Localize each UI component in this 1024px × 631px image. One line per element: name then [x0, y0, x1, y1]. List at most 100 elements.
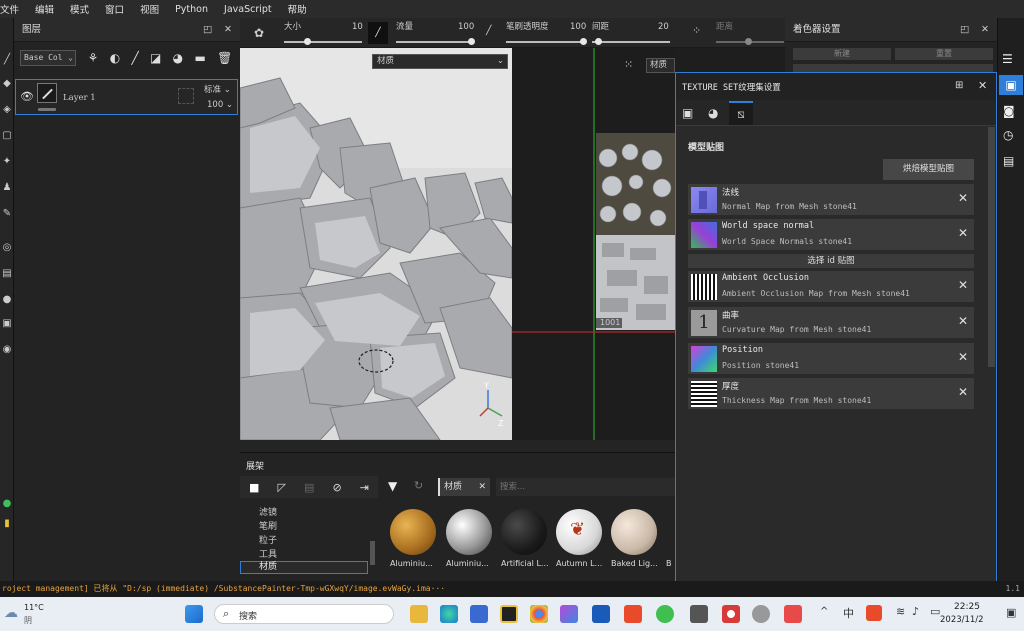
layer-opacity[interactable]: 100 ⌄ — [207, 100, 233, 110]
outlook-icon[interactable] — [592, 605, 610, 623]
substance-painter-icon[interactable] — [722, 605, 740, 623]
shelf-search-input[interactable] — [496, 478, 675, 496]
filter-tag[interactable]: 材质 ✕ — [438, 478, 490, 496]
log-dock-icon[interactable]: ▤ — [1003, 154, 1014, 168]
material-thumb-aluminium-2[interactable] — [446, 509, 492, 555]
delete-layer-icon[interactable]: 🗑 — [217, 51, 232, 65]
menu-file[interactable]: 文件 — [0, 2, 27, 16]
app-icon-13[interactable] — [752, 605, 770, 623]
size-slider-knob[interactable] — [304, 38, 311, 45]
jitter-icon[interactable]: ⁘ — [692, 24, 701, 37]
app-icon-7[interactable] — [560, 605, 578, 623]
app-icon-14[interactable] — [784, 605, 802, 623]
remove-map-icon[interactable]: ✕ — [958, 350, 968, 364]
add-smart-material-icon[interactable]: ◕ — [173, 51, 183, 65]
wechat-icon[interactable] — [656, 605, 674, 623]
spacing-slider[interactable] — [592, 41, 670, 43]
float-panel-icon[interactable]: ◰ — [203, 18, 212, 42]
add-mask-icon[interactable]: ◐ — [110, 51, 120, 65]
hide-icon[interactable]: ⊘ — [332, 481, 341, 494]
size-slider[interactable] — [284, 41, 362, 43]
wifi-icon[interactable]: ≋ — [896, 605, 905, 618]
add-paint-layer-icon[interactable]: ╱ — [131, 51, 138, 65]
display-settings-dock-icon[interactable]: ◙ — [1003, 104, 1015, 118]
layer-mask-slot[interactable] — [178, 88, 194, 104]
texture-set-close-icon[interactable]: ✕ — [978, 79, 987, 92]
texture-set-dock-icon[interactable]: ▣ — [999, 75, 1023, 95]
menu-help[interactable]: 帮助 — [280, 2, 315, 16]
flow-value[interactable]: 100 — [458, 22, 474, 32]
tray-expand-icon[interactable]: ^ — [820, 606, 828, 617]
texture-set-scrollbar[interactable] — [988, 127, 995, 367]
shader-new-button[interactable]: 新建 — [793, 48, 891, 60]
jitter-slider-knob[interactable] — [745, 38, 752, 45]
tab-bake-icon[interactable]: ⧅ — [729, 101, 753, 125]
camera-icon[interactable]: ◎ — [1, 242, 13, 254]
size-value[interactable]: 10 — [352, 22, 363, 32]
map-row-normal[interactable]: 法线 Normal Map from Mesh stone41 ✕ — [688, 184, 974, 215]
viewport-material-dropdown[interactable]: 材质 ⌄ — [372, 54, 508, 69]
app-icon-11[interactable] — [690, 605, 708, 623]
stroke-opacity-slider-knob[interactable] — [580, 38, 587, 45]
map-row-thickness[interactable]: 厚度 Thickness Map from Mesh stone41 ✕ — [688, 378, 974, 409]
filter-icon[interactable]: ▼ — [388, 479, 397, 493]
notification-icon[interactable]: ▮ — [1, 518, 13, 530]
menu-window[interactable]: 窗口 — [97, 2, 132, 16]
layer-row[interactable]: 👁 Layer 1 标准 ⌄ 100 ⌄ — [15, 79, 238, 115]
close-icon[interactable]: ✕ — [224, 18, 232, 42]
stroke-opacity-slider[interactable] — [506, 41, 584, 43]
remove-map-icon[interactable]: ✕ — [958, 278, 968, 292]
new-resource-icon[interactable]: ◸ — [277, 481, 285, 494]
import-icon[interactable]: ⇥ — [360, 481, 369, 494]
size-pen-pressure-icon[interactable]: ╱ — [368, 22, 388, 44]
menu-python[interactable]: Python — [167, 4, 216, 15]
flow-slider-knob[interactable] — [468, 38, 475, 45]
notification-bell-icon[interactable]: ▣ — [1006, 606, 1016, 619]
flow-pen-pressure-icon[interactable]: ╱ — [486, 26, 491, 36]
3d-viewport[interactable]: Y Z 材质 ⌄ — [239, 48, 513, 441]
map-row-world-space-normal[interactable]: World space normal World Space Normals s… — [688, 219, 974, 250]
blend-mode-select[interactable]: 标准 ⌄ — [204, 83, 231, 95]
spacing-slider-knob[interactable] — [595, 38, 602, 45]
remove-map-icon[interactable]: ✕ — [958, 314, 968, 328]
remove-map-icon[interactable]: ✕ — [958, 385, 968, 399]
picker-icon[interactable]: ✎ — [1, 208, 13, 220]
stroke-opacity-value[interactable]: 100 — [570, 22, 586, 32]
2d-uv-view[interactable]: ⁙ 材质 1001 — [512, 48, 675, 440]
category-tools[interactable]: 工具 — [259, 547, 277, 560]
remove-map-icon[interactable]: ✕ — [958, 226, 968, 240]
brush-preset-icon[interactable]: ✿ — [254, 26, 264, 40]
add-folder-icon[interactable]: ▬ — [194, 51, 205, 65]
shader-close-icon[interactable]: ✕ — [981, 18, 989, 42]
grid-icon[interactable]: ▤ — [1, 268, 13, 280]
bake-mesh-maps-button[interactable]: 烘焙模型贴图 — [883, 159, 974, 180]
material-thumb-autumn-leaf[interactable]: ❦ — [556, 509, 602, 555]
ime-indicator[interactable]: 中 — [843, 605, 854, 621]
weather-temperature[interactable]: 11°C — [24, 603, 44, 612]
menu-edit[interactable]: 编辑 — [27, 2, 62, 16]
spacing-value[interactable]: 20 — [658, 22, 669, 32]
texture-set-float-icon[interactable]: ⊞ — [955, 80, 963, 91]
history-dock-icon[interactable]: ◷ — [1003, 128, 1013, 142]
material-thumb-baked-lighting[interactable] — [611, 509, 657, 555]
battery-icon[interactable]: ▭ — [930, 605, 940, 618]
clock-time[interactable]: 22:25 — [954, 602, 980, 612]
menu-mode[interactable]: 模式 — [62, 2, 97, 16]
edge-icon[interactable] — [440, 605, 458, 623]
app-icon-9[interactable] — [624, 605, 642, 623]
start-icon[interactable] — [185, 605, 203, 623]
sphere-icon[interactable]: ● — [1, 294, 13, 306]
projection-icon[interactable]: ◈ — [1, 104, 13, 116]
remove-map-icon[interactable]: ✕ — [958, 191, 968, 205]
refresh-icon[interactable]: ↻ — [414, 479, 423, 492]
add-effect-icon[interactable]: ⚘ — [88, 51, 99, 65]
channel-select[interactable]: Base Col ⌄ — [20, 50, 76, 66]
layers-dock-icon[interactable]: ☰ — [1002, 52, 1013, 66]
store-icon[interactable] — [470, 605, 488, 623]
menu-view[interactable]: 视图 — [132, 2, 167, 16]
category-brushes[interactable]: 笔刷 — [259, 519, 277, 532]
viewport-divider[interactable] — [240, 440, 675, 452]
flow-slider[interactable] — [396, 41, 474, 43]
map-row-position[interactable]: Position Position stone41 ✕ — [688, 343, 974, 374]
chrome-icon[interactable] — [530, 605, 548, 623]
